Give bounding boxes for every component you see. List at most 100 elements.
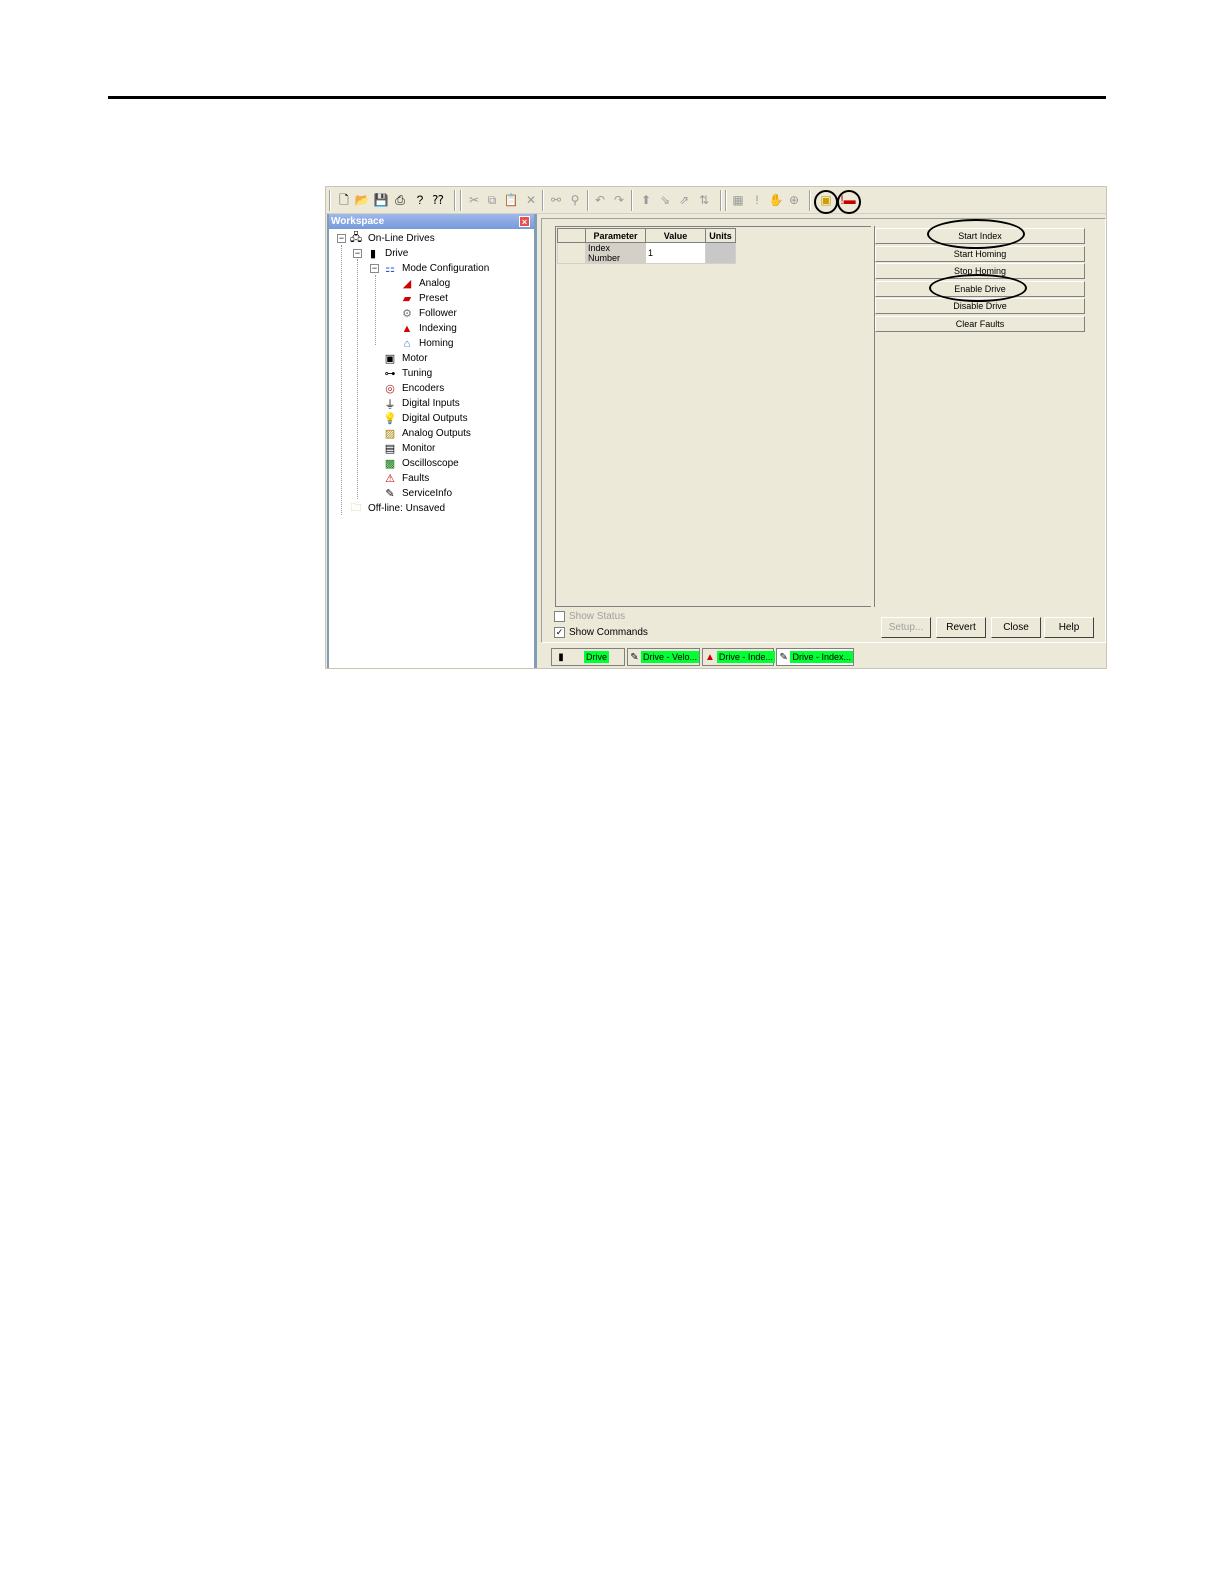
- tree-item-follower[interactable]: ⚙ Follower: [399, 306, 457, 321]
- help-button[interactable]: Help: [1044, 617, 1094, 638]
- preset-icon: ▰: [402, 293, 412, 305]
- upload-icon[interactable]: ⬆: [638, 192, 654, 208]
- service-info-icon: ✎: [385, 488, 395, 500]
- tree-item-motor[interactable]: ▣ Motor: [382, 351, 428, 366]
- warning-icon[interactable]: !: [749, 192, 765, 208]
- tuning-icon: ⊶: [384, 368, 396, 380]
- cell-value[interactable]: 1: [645, 242, 706, 264]
- tree-item-preset[interactable]: ▰ Preset: [399, 291, 448, 306]
- toolbar-separator: [631, 190, 633, 211]
- setup-button[interactable]: Setup...: [881, 617, 931, 638]
- workspace-panel: Workspace × − 🖧 On-Line Drives − ▮ Drive −…: [327, 214, 537, 668]
- toolbar-separator: [460, 190, 462, 211]
- toolbar-separator: [329, 190, 331, 211]
- collapse-icon[interactable]: −: [370, 264, 379, 273]
- grid-header-parameter: Parameter: [585, 228, 646, 243]
- oscilloscope-icon: ▩: [384, 458, 396, 470]
- encoders-icon: ◎: [385, 383, 395, 395]
- tree-item-serviceinfo[interactable]: ✎ ServiceInfo: [382, 486, 452, 501]
- folder-icon: 🗀: [350, 502, 362, 514]
- tree-item-monitor[interactable]: ▤ Monitor: [382, 441, 436, 456]
- print-icon[interactable]: ⎙: [392, 192, 408, 208]
- monitor-icon: ▤: [384, 443, 396, 455]
- show-status-checkbox[interactable]: Show Status: [554, 611, 625, 622]
- collapse-icon[interactable]: −: [353, 249, 362, 258]
- tab-drive-index-active[interactable]: ✎ Drive - Index...: [776, 648, 854, 666]
- drive-icon: ▮: [369, 248, 377, 260]
- clear-faults-button[interactable]: Clear Faults: [875, 316, 1085, 332]
- parameter-grid-area: [555, 226, 871, 607]
- tree-item-analog[interactable]: ◢ Analog: [399, 276, 450, 291]
- help-icon[interactable]: ?: [412, 192, 428, 208]
- parameter-grid: Parameter Value Units Index Number 1: [557, 228, 736, 264]
- toolbar-separator: [809, 190, 811, 211]
- tree-item-drive[interactable]: ▮ Drive: [365, 246, 408, 261]
- tree-item-digital-inputs[interactable]: ⏚ Digital Inputs: [382, 396, 460, 411]
- workspace-title-bar: Workspace ×: [329, 214, 534, 229]
- cut-icon[interactable]: ✂: [466, 192, 482, 208]
- tab-drive-velocity[interactable]: ✎ Drive - Velo...: [627, 648, 700, 666]
- highlight-circle: [837, 190, 861, 214]
- find-icon[interactable]: ⚯: [548, 192, 564, 208]
- new-icon[interactable]: 🗋: [336, 192, 352, 208]
- toolbar-separator: [587, 190, 589, 211]
- highlight-circle: [814, 190, 838, 214]
- delete-icon[interactable]: ✕: [523, 192, 539, 208]
- show-commands-checkbox[interactable]: ✓ Show Commands: [554, 627, 648, 638]
- tree-item-digital-outputs[interactable]: 💡 Digital Outputs: [382, 411, 467, 426]
- revert-button[interactable]: Revert: [936, 617, 986, 638]
- digital-inputs-icon: ⏚: [384, 398, 396, 411]
- save-icon[interactable]: 💾: [373, 192, 389, 208]
- highlight-oval: [929, 274, 1027, 302]
- tree-item-online-drives[interactable]: 🖧 On-Line Drives: [348, 231, 435, 246]
- properties-icon[interactable]: ▦: [730, 192, 746, 208]
- globe-icon[interactable]: ⊕: [786, 192, 802, 208]
- close-icon[interactable]: ×: [519, 216, 530, 227]
- tree-item-oscilloscope[interactable]: ▩ Oscilloscope: [382, 456, 459, 471]
- open-icon[interactable]: 📂: [354, 192, 370, 208]
- checkbox-box: [554, 611, 565, 622]
- copy-icon[interactable]: ⧉: [484, 192, 500, 208]
- workspace-title: Workspace: [331, 216, 385, 227]
- tree-item-analog-outputs[interactable]: ▨ Analog Outputs: [382, 426, 471, 441]
- cell-units: [705, 242, 736, 264]
- tree-item-mode-configuration[interactable]: ⚏ Mode Configuration: [382, 261, 489, 276]
- highlight-oval: [927, 219, 1025, 249]
- hand-icon[interactable]: ✋: [768, 192, 784, 208]
- analog-outputs-icon: ▨: [384, 428, 396, 440]
- tree-item-faults[interactable]: ⚠ Faults: [382, 471, 429, 486]
- tree-line: [375, 275, 376, 345]
- checkmark-icon: ✓: [554, 627, 565, 638]
- toolbar-separator: [725, 190, 727, 211]
- grid-corner: [557, 228, 586, 243]
- tree-item-tuning[interactable]: ⊶ Tuning: [382, 366, 433, 381]
- toolbar-separator: [454, 190, 456, 211]
- compare-icon[interactable]: ⇅: [696, 192, 712, 208]
- computer-icon: 🖧: [349, 232, 363, 244]
- indexing-icon: ▲: [401, 322, 413, 335]
- motor-icon: ▣: [384, 353, 396, 365]
- grid-header-units: Units: [705, 228, 736, 243]
- tree-item-encoders[interactable]: ◎ Encoders: [382, 381, 444, 396]
- tree-item-offline-unsaved[interactable]: 🗀 Off-line: Unsaved: [348, 501, 446, 516]
- tab-drive-indexing[interactable]: ▲ Drive - Inde...: [702, 648, 775, 666]
- redo-icon[interactable]: ↷: [611, 192, 627, 208]
- download-icon[interactable]: ⇘: [657, 192, 673, 208]
- toolbar: 🗋 📂 💾 ⎙ ? ⁇ ✂ ⧉ 📋 ✕ ⚯ ⚲ ↶ ↷ ⬆ ⇘ ⇗ ⇅ ▦ ! …: [326, 187, 1106, 214]
- grid-header-value: Value: [645, 228, 706, 243]
- drive-icon: ▮: [558, 651, 564, 663]
- indexing-icon: ▲: [705, 651, 715, 663]
- close-button[interactable]: Close: [991, 617, 1041, 638]
- collapse-icon[interactable]: −: [337, 234, 346, 243]
- verify-icon[interactable]: ⇗: [676, 192, 692, 208]
- toolbar-separator: [542, 190, 544, 211]
- table-row: Index Number 1: [557, 242, 736, 264]
- analog-icon: ◢: [402, 278, 412, 290]
- tab-drive[interactable]: ▮ Drive: [551, 648, 625, 666]
- tree-item-homing[interactable]: ⌂ Homing: [399, 336, 454, 351]
- context-help-icon[interactable]: ⁇: [430, 192, 446, 208]
- tree-item-indexing[interactable]: ▲ Indexing: [399, 321, 457, 336]
- paste-icon[interactable]: 📋: [503, 192, 519, 208]
- replace-icon[interactable]: ⚲: [567, 192, 583, 208]
- undo-icon[interactable]: ↶: [592, 192, 608, 208]
